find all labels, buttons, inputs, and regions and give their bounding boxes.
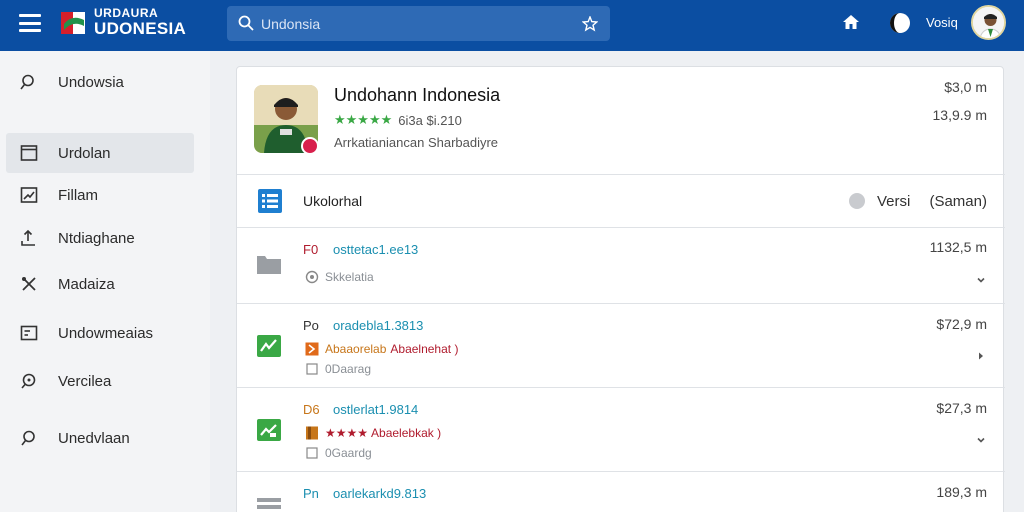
row-amount: $72,9 m: [936, 316, 987, 332]
chart-icon: [257, 335, 281, 357]
chevron-down-icon[interactable]: [975, 434, 987, 446]
list-item[interactable]: Pn oarlekarkd9.813 189,3 m: [237, 472, 1005, 512]
search-bar: [227, 6, 610, 41]
row-code: D6: [303, 402, 320, 417]
upload-icon: [21, 229, 35, 246]
sidebar-item-label: Ntdiaghane: [58, 229, 135, 247]
list-item[interactable]: F0 osttetac1.ee13 Skkelatia 1132,5 m: [237, 228, 1005, 304]
version-label: Versi: [877, 193, 911, 210]
theme-toggle-icon[interactable]: [888, 11, 912, 35]
sidebar-item-search[interactable]: Undowsia: [6, 62, 194, 102]
window-icon: [20, 145, 38, 161]
settings-star-icon[interactable]: [582, 16, 598, 32]
sidebar-item-label: Madaiza: [58, 275, 115, 293]
version-radio[interactable]: [849, 193, 865, 209]
chart-icon: [257, 419, 281, 441]
info-icon: [306, 363, 318, 375]
search-icon: [20, 74, 34, 90]
brand: URDAURA UDONESIA: [94, 7, 186, 37]
profile-rating: ★★★★★ 6i3a $i.210: [334, 112, 462, 128]
profile-description: Arrkatianiancan Sharbadiyre: [334, 135, 499, 150]
row-subtitle: Skkelatia: [305, 270, 374, 284]
logo-icon: [61, 12, 85, 34]
sidebar-item-label: Undowsia: [58, 73, 124, 91]
sidebar-item-fillam[interactable]: Fillam: [6, 175, 194, 215]
top-bar: URDAURA UDONESIA Vosiq: [0, 0, 1024, 51]
rating-text: 6i3a $i.210: [398, 112, 462, 128]
home-icon[interactable]: [842, 13, 860, 31]
row-code: F0: [303, 242, 319, 257]
row-id[interactable]: oradebla1.3813: [333, 318, 423, 333]
row-code: Po: [303, 318, 319, 333]
user-avatar[interactable]: [971, 5, 1006, 40]
row-meta: 0Daarag: [305, 362, 371, 376]
row-id[interactable]: ostlerlat1.9814: [333, 402, 418, 417]
list-item[interactable]: Po oradebla1.3813 Abaaorelab Abaelnehat …: [237, 304, 1005, 388]
profile-header: Undohann Indonesia ★★★★★ 6i3a $i.210 Arr…: [237, 67, 1005, 175]
row-subtitle: ★★★★ Abaelebkak ): [305, 426, 441, 440]
chevron-down-icon[interactable]: [975, 274, 987, 286]
sidebar-item-unedvlaan[interactable]: Unedvlaan: [6, 418, 194, 458]
row-subtitle: Abaaorelab Abaelnehat ): [305, 342, 458, 356]
profile-value-2: 13,9.9 m: [932, 107, 987, 123]
sidebar-item-urdolan[interactable]: Urdolan: [6, 133, 194, 173]
search-input[interactable]: [261, 6, 561, 41]
row-amount: 1132,5 m: [929, 239, 987, 255]
row-code: Pn: [303, 486, 319, 501]
sidebar-item-ntdiaghane[interactable]: Ntdiaghane: [6, 218, 194, 258]
warning-icon: [305, 342, 319, 356]
sidebar-item-label: Vercilea: [58, 372, 112, 390]
profile-name: Undohann Indonesia: [334, 85, 501, 105]
tools-icon: [22, 277, 36, 291]
chart-icon: [20, 187, 38, 203]
bookmark-icon: [306, 426, 318, 440]
row-id[interactable]: osttetac1.ee13: [333, 242, 418, 257]
version-value[interactable]: (Saman): [929, 193, 987, 210]
chevron-right-icon[interactable]: [975, 350, 987, 362]
row-amount: $27,3 m: [936, 400, 987, 416]
sidebar-item-undowmeaias[interactable]: Undowmeaias: [6, 313, 194, 353]
sidebar-item-label: Fillam: [58, 186, 98, 204]
profile-value-1: $3,0 m: [944, 79, 987, 95]
brand-line-1: URDAURA: [94, 6, 159, 20]
grid-icon: [257, 498, 281, 509]
list-box-icon: [20, 325, 38, 341]
sidebar-item-label: Urdolan: [58, 144, 111, 162]
location-icon: [305, 270, 319, 284]
list-item[interactable]: D6 ostlerlat1.9814 ★★★★ Abaelebkak ) 0Ga…: [237, 388, 1005, 472]
sidebar-item-vercilea[interactable]: Vercilea: [6, 361, 194, 401]
row-amount: 189,3 m: [936, 484, 987, 500]
brand-line-2: UDONESIA: [94, 19, 187, 38]
sidebar: Undowsia Urdolan Fillam Ntdiaghane Madai…: [0, 51, 210, 512]
section-header: Ukolorhal Versi (Saman): [237, 175, 1005, 228]
info-icon: [306, 447, 318, 459]
edit-badge-icon[interactable]: [301, 137, 319, 155]
rating-stars: ★★★★★: [334, 112, 393, 127]
sidebar-item-madaiza[interactable]: Madaiza: [6, 264, 194, 304]
section-label: Ukolorhal: [303, 193, 363, 209]
folder-icon: [257, 256, 281, 274]
search-icon: [21, 430, 35, 446]
search-icon: [21, 373, 36, 389]
menu-icon[interactable]: [19, 14, 41, 32]
row-id[interactable]: oarlekarkd9.813: [333, 486, 426, 501]
search-icon: [238, 15, 254, 31]
row-meta: 0Gaardg: [305, 446, 372, 460]
list-icon: [258, 189, 282, 213]
sidebar-item-label: Undowmeaias: [58, 324, 154, 342]
sidebar-item-label: Unedvlaan: [58, 429, 130, 447]
user-name[interactable]: Vosiq: [926, 15, 958, 30]
main-card: Undohann Indonesia ★★★★★ 6i3a $i.210 Arr…: [236, 66, 1005, 512]
